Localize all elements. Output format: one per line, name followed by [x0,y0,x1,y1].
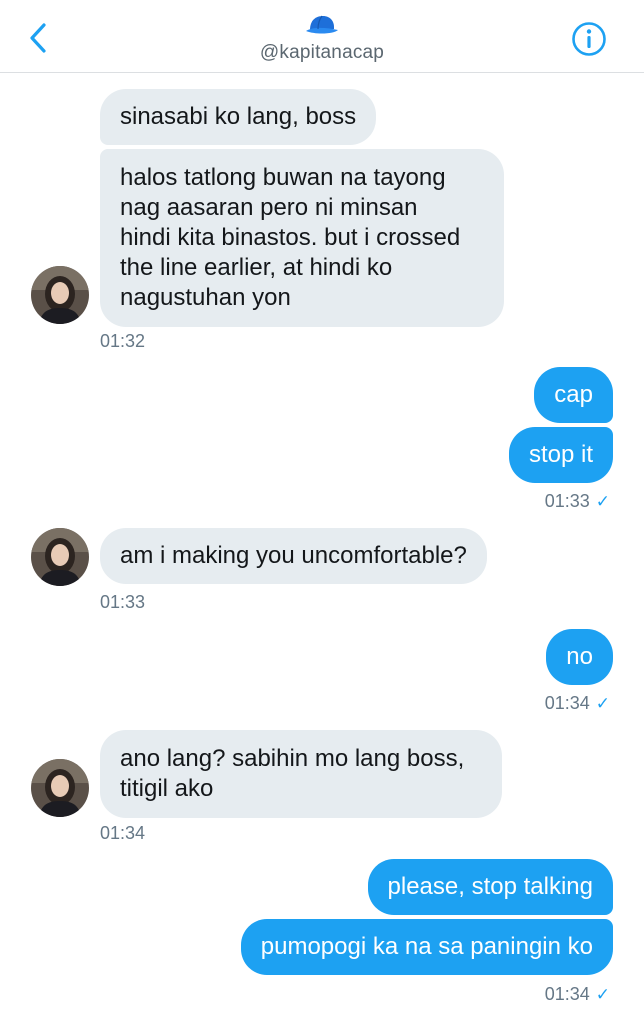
message-timestamp: 01:33 ✓ [544,491,610,511]
message-line: nagustuhan yon [120,284,291,311]
baseball-cap-icon[interactable] [304,14,340,36]
avatar[interactable] [31,528,89,586]
message-text: please, stop talking [387,873,593,900]
message-bubble-outgoing[interactable]: no [546,629,613,685]
message-timestamp: 01:33 [100,592,146,612]
message-text: am i making you uncomfortable? [120,542,467,569]
info-circle-icon[interactable] [571,21,607,57]
read-check-icon: ✓ [595,694,610,713]
avatar[interactable] [31,266,89,324]
message-text: cap [554,381,593,408]
message-bubble-outgoing[interactable]: stop it [508,427,613,483]
message-text: no [566,643,593,670]
message-bubble-incoming[interactable]: sinasabi ko lang, boss [100,89,377,145]
conversation-header: @kapitanacap [0,0,644,73]
message-bubble-incoming[interactable]: am i making you uncomfortable? [100,528,487,584]
conversation-handle[interactable]: @kapitanacap [0,42,644,64]
message-line: titigil ako [120,775,214,802]
message-bubble-outgoing[interactable]: pumopogi ka na sa paningin ko [240,919,613,975]
message-bubble-outgoing[interactable]: cap [534,367,613,423]
message-line: ano lang? sabihin mo lang boss, [120,745,465,772]
avatar[interactable] [31,759,89,817]
message-timestamp: 01:34 ✓ [544,693,610,713]
message-line: halos tatlong buwan na tayong [120,164,446,191]
message-timestamp: 01:34 ✓ [544,984,610,1004]
message-timestamp: 01:32 [100,331,146,351]
read-check-icon: ✓ [595,492,610,511]
message-text: pumopogi ka na sa paningin ko [260,933,593,960]
message-text: sinasabi ko lang, boss [120,103,357,130]
message-text: stop it [528,441,593,468]
message-bubble-incoming[interactable]: halos tatlong buwan na tayong nag aasara… [100,149,504,327]
message-line: nag aasaran pero ni minsan [120,194,418,221]
read-check-icon: ✓ [595,985,610,1004]
message-bubble-incoming[interactable]: ano lang? sabihin mo lang boss, titigil … [100,730,502,818]
message-line: the line earlier, at hindi ko [120,254,393,281]
message-bubble-outgoing[interactable]: please, stop talking [367,859,613,915]
message-timestamp: 01:34 [100,823,146,843]
message-line: hindi kita binastos. but i crossed [120,224,461,251]
